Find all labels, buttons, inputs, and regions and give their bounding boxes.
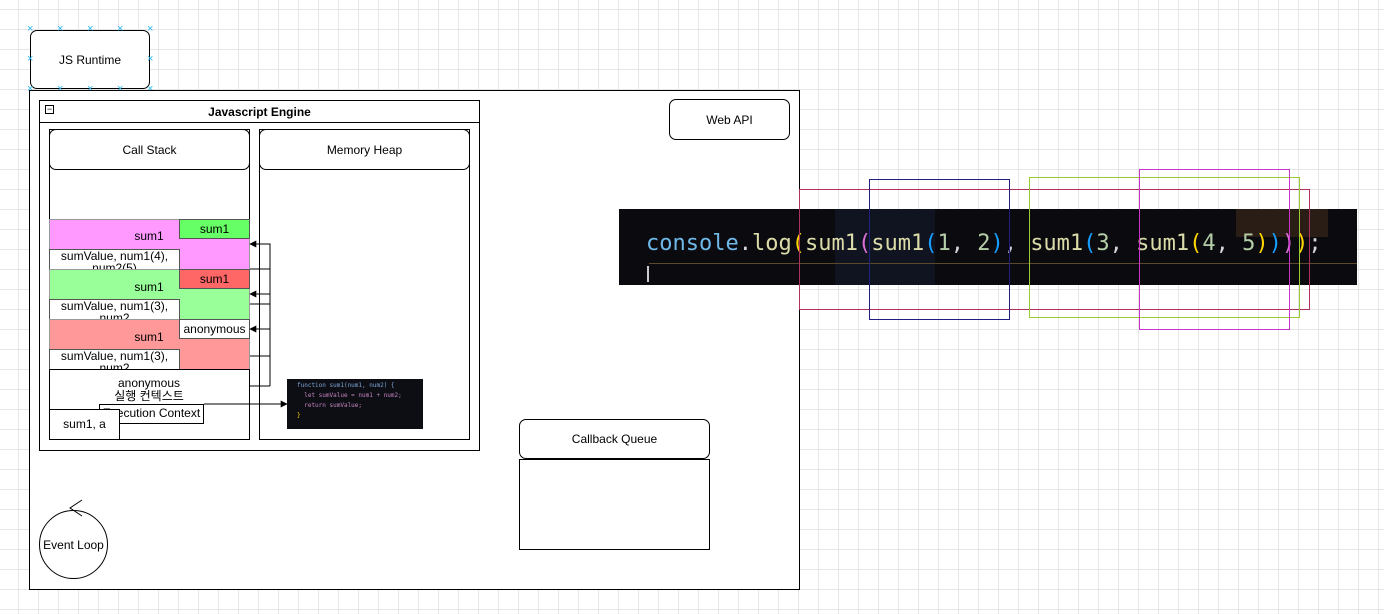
callback-queue-body[interactable]: [519, 459, 710, 550]
callback-queue-header[interactable]: Callback Queue: [519, 419, 710, 459]
snippet-line-1: function sum1(num1, num2) {: [297, 382, 395, 389]
snippet-line-2: let sumValue = num1 + num2;: [297, 392, 402, 399]
frame-2-tag[interactable]: sum1: [179, 269, 250, 289]
frame-3-tag[interactable]: anonymous: [179, 319, 250, 339]
global-frame-subtitle: 실행 컨텍스트: [114, 389, 184, 403]
frame-2-vars: sumValue, num1(3), num2: [49, 299, 180, 320]
frame-3-vars: sumValue, num1(3), num2: [49, 349, 180, 370]
js-runtime-label[interactable]: JS Runtime: [30, 30, 150, 89]
frame-1-tag[interactable]: sum1: [179, 219, 250, 239]
highlight-sum1-4-5[interactable]: [1139, 169, 1290, 330]
call-stack-header[interactable]: Call Stack: [49, 129, 250, 170]
memory-heap-header[interactable]: Memory Heap: [259, 129, 470, 170]
snippet-line-3: return sumValue;: [297, 402, 363, 409]
code-token: log: [751, 231, 792, 256]
global-frame-title: anonymous: [117, 376, 181, 390]
code-token: .: [738, 231, 752, 256]
event-loop-arrow-icon: [69, 499, 83, 517]
engine-title: Javascript Engine: [208, 105, 311, 119]
js-runtime-text: JS Runtime: [58, 52, 122, 67]
snippet-line-4: }: [297, 412, 301, 419]
frame-1-vars: sumValue, num1(4), num2(5): [49, 249, 180, 270]
web-api-box[interactable]: Web API: [669, 99, 790, 140]
code-cursor: [647, 266, 649, 282]
function-snippet[interactable]: function sum1(num1, num2) { let sumValue…: [287, 379, 423, 429]
code-token: console: [646, 231, 739, 256]
code-token: ;: [1308, 231, 1322, 256]
global-vars[interactable]: sum1, a: [49, 409, 120, 440]
highlight-sum1-1-2[interactable]: [869, 179, 1010, 320]
